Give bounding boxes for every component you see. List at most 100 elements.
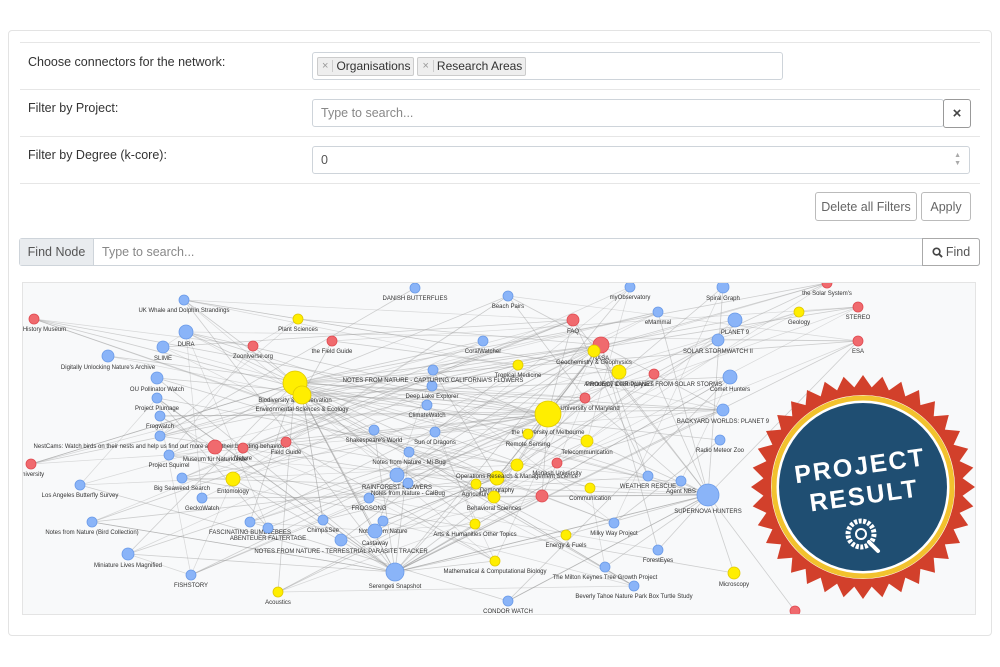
node-circle[interactable] — [317, 514, 329, 526]
node-circle[interactable] — [292, 313, 304, 325]
node-circle[interactable] — [716, 403, 730, 417]
network-node[interactable]: The Milton Keynes Tree Growth Project — [553, 561, 658, 581]
node-circle[interactable] — [429, 426, 441, 438]
network-node[interactable]: Communication — [569, 482, 611, 502]
node-circle[interactable] — [624, 283, 636, 293]
node-circle[interactable] — [675, 475, 687, 487]
node-circle[interactable] — [551, 457, 563, 469]
network-node[interactable]: Arts & Humanities Other Topics — [433, 518, 517, 538]
node-circle[interactable] — [566, 313, 580, 327]
node-circle[interactable] — [535, 489, 549, 503]
network-node[interactable]: CONDOR WATCH — [483, 595, 533, 615]
node-circle[interactable] — [599, 561, 611, 573]
node-circle[interactable] — [648, 368, 660, 380]
node-circle[interactable] — [522, 428, 534, 440]
node-circle[interactable] — [178, 294, 190, 306]
node-circle[interactable] — [696, 483, 720, 507]
network-node[interactable]: Spiral Graph — [706, 283, 740, 302]
network-node[interactable]: myObservatory — [610, 283, 651, 301]
find-button[interactable]: Find — [922, 238, 980, 266]
node-circle[interactable] — [377, 515, 389, 527]
network-node[interactable]: OU Pollinator Watch — [130, 371, 184, 393]
node-circle[interactable] — [389, 467, 405, 483]
node-circle[interactable] — [608, 517, 620, 529]
remove-tag-icon[interactable]: × — [418, 60, 434, 72]
node-circle[interactable] — [368, 424, 380, 436]
network-node[interactable]: FAQ — [566, 313, 580, 335]
node-circle[interactable] — [237, 442, 249, 454]
node-circle[interactable] — [714, 434, 726, 446]
node-circle[interactable] — [421, 399, 433, 411]
node-circle[interactable] — [272, 586, 284, 598]
network-node[interactable]: Frogwatch — [146, 410, 174, 430]
node-circle[interactable] — [512, 359, 524, 371]
node-circle[interactable] — [722, 369, 738, 385]
node-circle[interactable] — [852, 301, 864, 313]
node-circle[interactable] — [534, 400, 562, 428]
node-circle[interactable] — [74, 479, 86, 491]
node-circle[interactable] — [470, 478, 482, 490]
connector-tag[interactable]: × Research Areas — [417, 56, 527, 76]
node-circle[interactable] — [176, 472, 188, 484]
node-circle[interactable] — [151, 392, 163, 404]
node-circle[interactable] — [207, 439, 223, 455]
find-node-input[interactable]: Type to search... — [102, 245, 194, 259]
node-circle[interactable] — [86, 516, 98, 528]
node-circle[interactable] — [727, 566, 741, 580]
node-circle[interactable] — [185, 569, 197, 581]
network-node[interactable]: Harvard — [784, 605, 805, 615]
node-circle[interactable] — [196, 492, 208, 504]
node-circle[interactable] — [652, 306, 664, 318]
node-circle[interactable] — [154, 430, 166, 442]
network-node[interactable]: UK Whale and Dolphin Strandings — [138, 294, 230, 314]
node-circle[interactable] — [510, 458, 524, 472]
node-circle[interactable] — [469, 518, 481, 530]
node-circle[interactable] — [28, 313, 40, 325]
node-circle[interactable] — [280, 436, 292, 448]
node-circle[interactable] — [560, 529, 572, 541]
network-node[interactable]: SOLAR STORMWATCH II — [683, 333, 753, 355]
node-circle[interactable] — [587, 344, 601, 358]
node-circle[interactable] — [262, 522, 274, 534]
network-node[interactable]: GeckoWatch — [185, 492, 219, 512]
node-circle[interactable] — [367, 523, 383, 539]
node-circle[interactable] — [101, 349, 115, 363]
node-circle[interactable] — [489, 555, 501, 567]
node-circle[interactable] — [642, 470, 654, 482]
node-circle[interactable] — [225, 471, 241, 487]
network-node[interactable]: the Solar System's — [802, 283, 852, 297]
node-circle[interactable] — [178, 324, 194, 340]
node-circle[interactable] — [611, 364, 627, 380]
node-circle[interactable] — [326, 335, 338, 347]
node-circle[interactable] — [121, 547, 135, 561]
node-circle[interactable] — [727, 312, 743, 328]
project-search-input[interactable]: Type to search... — [312, 99, 944, 127]
connectors-multiselect[interactable]: × Organisations × Research Areas — [312, 52, 783, 80]
node-circle[interactable] — [163, 449, 175, 461]
node-circle[interactable] — [334, 533, 348, 547]
node-circle[interactable] — [789, 605, 801, 615]
degree-number-input[interactable]: 0 ▲ ▼ — [312, 146, 970, 174]
network-node[interactable]: FISHSTORY — [174, 569, 208, 589]
node-circle[interactable] — [628, 580, 640, 592]
network-node[interactable]: Mathematical & Computational Biology — [443, 555, 547, 575]
network-node[interactable]: Notes from Nature (Bird Collection) — [45, 516, 139, 536]
node-circle[interactable] — [584, 482, 596, 494]
node-circle[interactable] — [852, 335, 864, 347]
node-circle[interactable] — [247, 340, 259, 352]
node-circle[interactable] — [402, 477, 414, 489]
node-circle[interactable] — [580, 434, 594, 448]
node-circle[interactable] — [711, 333, 725, 347]
network-node[interactable]: Beverly Tahoe Nature Park Box Turtle Stu… — [575, 580, 693, 600]
node-circle[interactable] — [150, 371, 164, 385]
node-circle[interactable] — [292, 385, 312, 405]
network-node[interactable]: DANISH BUTTERFLIES — [382, 283, 448, 302]
network-node[interactable]: Big Seaweed Search — [154, 472, 210, 492]
clear-project-button[interactable]: × — [943, 99, 971, 128]
network-node[interactable]: Los Angeles Butterfly Survey — [42, 479, 119, 499]
delete-all-filters-button[interactable]: Delete all Filters — [815, 192, 917, 221]
remove-tag-icon[interactable]: × — [318, 60, 334, 72]
node-circle[interactable] — [716, 283, 730, 294]
network-node[interactable]: Project Plumage — [135, 392, 180, 412]
network-node[interactable]: Energy & Fuels — [545, 529, 587, 549]
